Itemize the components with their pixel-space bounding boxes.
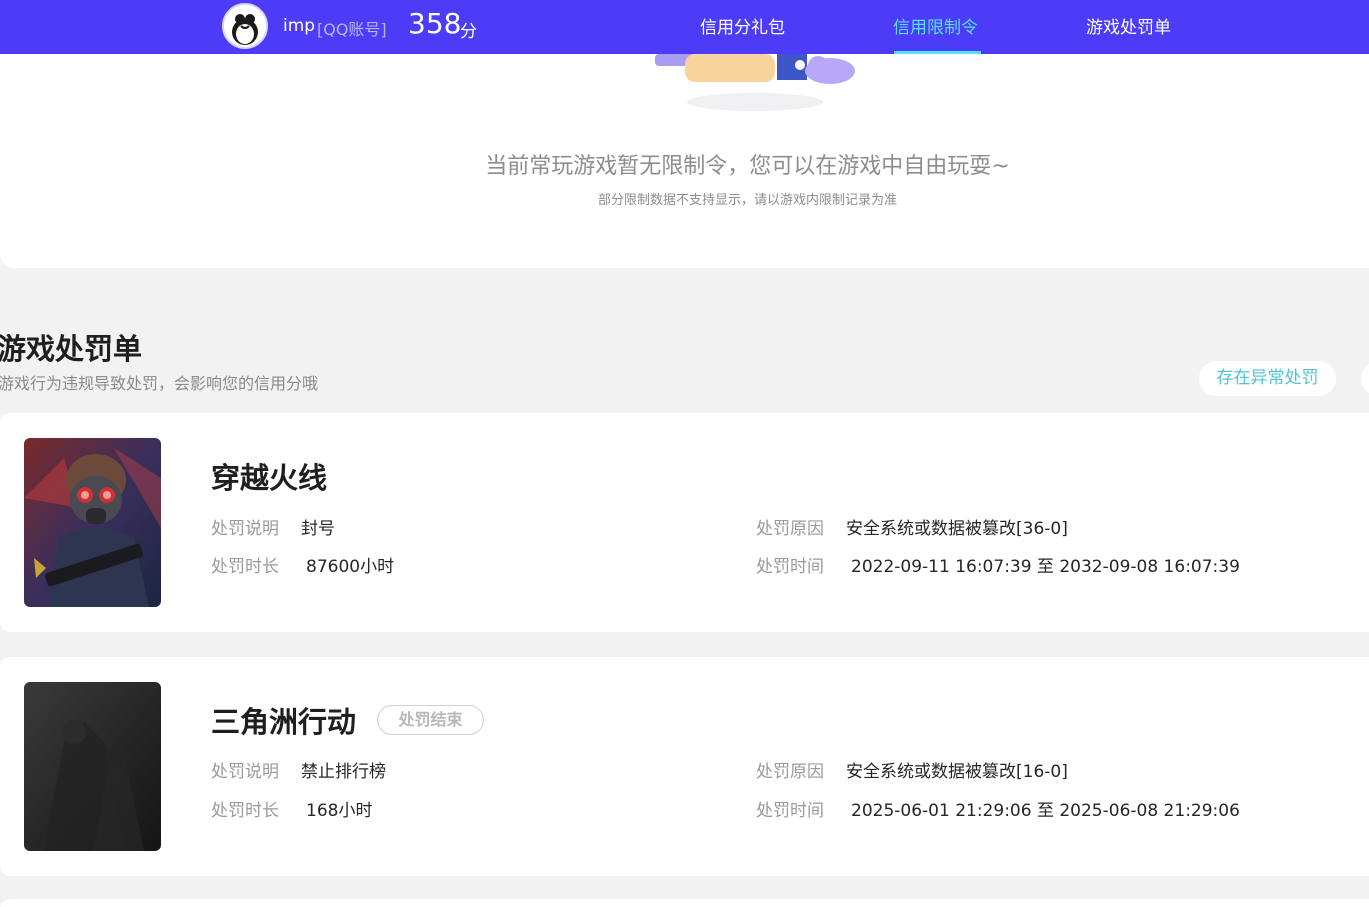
penalty-section-title: 游戏处罚单	[0, 332, 143, 366]
penalty-reason-label: 处罚原因	[756, 762, 824, 782]
empty-state-illustration-icon	[655, 54, 855, 111]
penalty-duration-value: 87600小时	[306, 557, 395, 577]
penalty-time-value: 2022-09-11 16:07:39 至 2032-09-08 16:07:3…	[851, 557, 1240, 577]
penalty-duration-value: 168小时	[306, 801, 373, 821]
penalty-duration-label: 处罚时长	[211, 557, 279, 577]
user-name: imp	[283, 16, 316, 36]
penalty-status-badge: 处罚结束	[377, 705, 484, 735]
penalty-reason-label: 处罚原因	[756, 519, 824, 539]
empty-restriction-note: 部分限制数据不支持显示，请以游戏内限制记录为准	[597, 193, 897, 208]
penalty-time-value: 2025-06-01 21:29:06 至 2025-06-08 21:29:0…	[851, 801, 1240, 821]
penalty-desc-value: 封号	[301, 519, 335, 539]
soldier-cover-icon	[24, 438, 161, 607]
penalty-duration-label: 处罚时长	[211, 801, 279, 821]
penalty-desc-label: 处罚说明	[211, 519, 279, 539]
penalty-time-label: 处罚时间	[756, 801, 824, 821]
penalty-time-label: 处罚时间	[756, 557, 824, 577]
penalty-desc-value: 禁止排行榜	[301, 762, 386, 782]
more-button[interactable]	[1361, 361, 1369, 396]
penguin-avatar-icon	[224, 5, 266, 47]
account-type-label: [QQ账号]	[317, 20, 387, 39]
credit-score-value: 358	[408, 7, 462, 40]
penalty-card-partial	[0, 899, 1369, 907]
dark-cover-icon	[24, 682, 161, 851]
restriction-card: 当前常玩游戏暂无限制令，您可以在游戏中自由玩耍~ 部分限制数据不支持显示，请以游…	[0, 54, 1369, 268]
active-tab-indicator	[894, 51, 981, 54]
game-name: 三角洲行动	[211, 705, 357, 739]
user-avatar[interactable]	[222, 3, 268, 49]
game-name: 穿越火线	[211, 461, 328, 495]
empty-restriction-title: 当前常玩游戏暂无限制令，您可以在游戏中自由玩耍~	[485, 154, 1010, 179]
game-cover-image	[24, 438, 161, 607]
penalty-reason-value: 安全系统或数据被篡改[36-0]	[846, 519, 1068, 539]
top-nav-bar: imp [QQ账号] 358 分 信用分礼包 信用限制令 游戏处罚单	[0, 0, 1369, 54]
penalty-card[interactable]: 穿越火线 处罚说明 封号 处罚时长 87600小时 处罚原因 安全系统或数据被篡…	[0, 413, 1369, 632]
penalty-desc-label: 处罚说明	[211, 762, 279, 782]
penalty-card[interactable]: 三角洲行动 处罚结束 处罚说明 禁止排行榜 处罚时长 168小时 处罚原因 安全…	[0, 657, 1369, 876]
credit-page: imp [QQ账号] 358 分 信用分礼包 信用限制令 游戏处罚单 当前常玩游…	[0, 0, 1369, 907]
tab-credit-gift[interactable]: 信用分礼包	[700, 13, 785, 38]
abnormal-penalty-button[interactable]: 存在异常处罚	[1199, 361, 1336, 396]
tab-game-penalty[interactable]: 游戏处罚单	[1086, 13, 1171, 38]
penalty-reason-value: 安全系统或数据被篡改[16-0]	[846, 762, 1068, 782]
penalty-section-subtitle: 游戏行为违规导致处罚，会影响您的信用分哦	[0, 374, 319, 393]
tab-credit-restriction[interactable]: 信用限制令	[893, 13, 978, 38]
game-cover-image	[24, 682, 161, 851]
credit-score-unit: 分	[460, 22, 477, 42]
